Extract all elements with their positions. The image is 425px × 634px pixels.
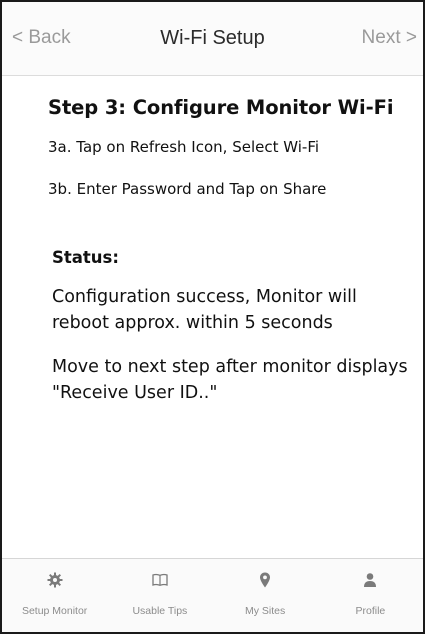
gear-icon bbox=[47, 572, 63, 588]
tab-label: Setup Monitor bbox=[21, 605, 88, 617]
next-button[interactable]: Next > bbox=[362, 27, 417, 49]
navigation-bar: < Back Wi-Fi Setup Next > bbox=[2, 2, 423, 76]
main-content: Step 3: Configure Monitor Wi-Fi 3a. Tap … bbox=[2, 76, 423, 560]
instruction-3a: 3a. Tap on Refresh Icon, Select Wi-Fi bbox=[48, 138, 320, 156]
status-label: Status: bbox=[52, 248, 119, 267]
map-pin-icon bbox=[260, 572, 271, 588]
book-icon bbox=[152, 573, 168, 587]
page-title: Wi-Fi Setup bbox=[160, 27, 265, 49]
tab-setup-monitor[interactable]: Setup Monitor bbox=[2, 559, 107, 632]
tab-my-sites[interactable]: My Sites bbox=[213, 559, 318, 632]
next-step-hint: Move to next step after monitor displays… bbox=[52, 357, 408, 403]
tab-label: Usable Tips bbox=[132, 605, 188, 617]
tab-bar: Setup Monitor Usable Tips My Sites Profi… bbox=[2, 558, 423, 632]
tab-profile[interactable]: Profile bbox=[318, 559, 423, 632]
instruction-3b: 3b. Enter Password and Tap on Share bbox=[48, 180, 327, 198]
app-screen: < Back Wi-Fi Setup Next > Step 3: Config… bbox=[0, 0, 425, 634]
tab-label: Profile bbox=[355, 605, 386, 617]
status-message: Configuration success, Monitor will rebo… bbox=[52, 287, 357, 333]
tab-usable-tips[interactable]: Usable Tips bbox=[107, 559, 212, 632]
tab-label: My Sites bbox=[244, 605, 286, 617]
step-title: Step 3: Configure Monitor Wi-Fi bbox=[48, 96, 394, 119]
person-icon bbox=[364, 573, 377, 587]
